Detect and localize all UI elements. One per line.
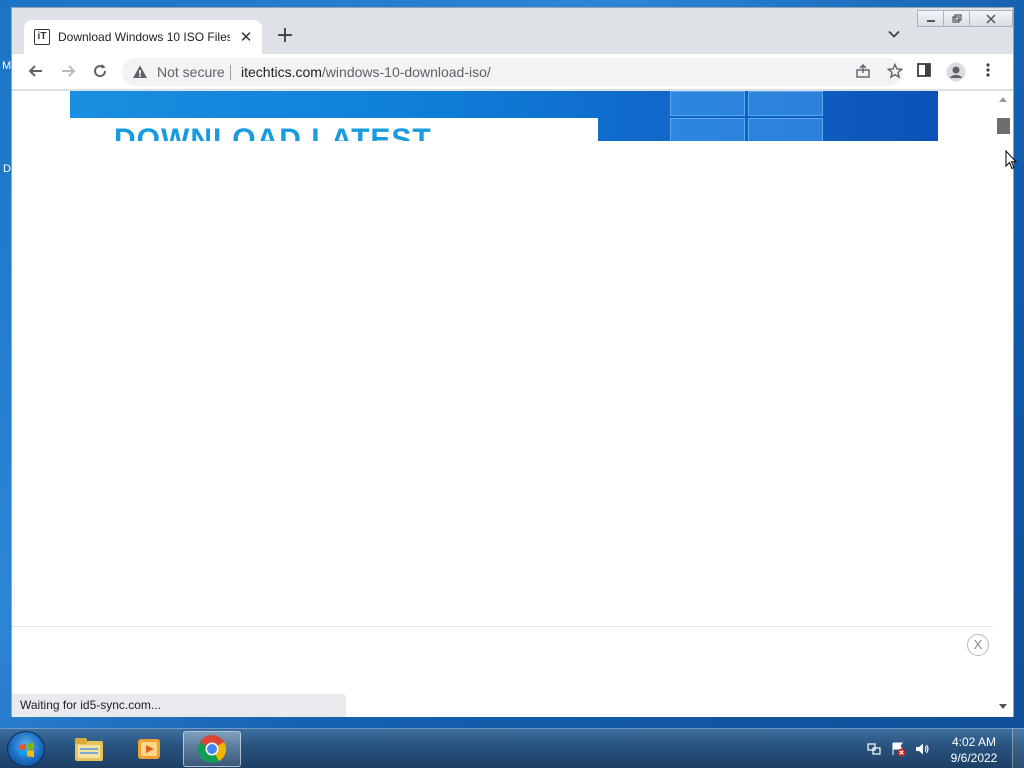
show-desktop-button[interactable]: [1012, 729, 1024, 768]
taskbar-file-explorer[interactable]: [60, 731, 118, 767]
taskbar: 4:02 AM 9/6/2022: [0, 728, 1024, 768]
media-player-icon: [138, 739, 160, 759]
forward-button[interactable]: [58, 62, 78, 82]
network-icon[interactable]: [866, 741, 882, 757]
side-panel-icon[interactable]: [914, 62, 934, 82]
banner-title: DOWNLOAD LATEST: [114, 123, 432, 142]
divider: [230, 65, 231, 80]
share-icon[interactable]: [854, 63, 872, 81]
vertical-scrollbar[interactable]: [993, 91, 1013, 717]
ad-close-button[interactable]: X: [967, 634, 989, 656]
scroll-down-arrow-icon[interactable]: [998, 703, 1008, 713]
clock-date: 9/6/2022: [950, 751, 998, 765]
start-button[interactable]: [7, 731, 45, 767]
tab-strip: iT Download Windows 10 ISO Files ✕ +: [12, 8, 1013, 54]
warning-icon[interactable]: [132, 64, 148, 80]
mouse-cursor-icon: [1005, 150, 1017, 170]
desktop-icon-label-fragment[interactable]: D: [3, 163, 11, 175]
menu-kebab-icon[interactable]: [978, 62, 998, 82]
address-bar[interactable]: Not secure itechtics.com/windows-10-down…: [122, 58, 904, 86]
site-favicon-icon: iT: [34, 29, 50, 45]
banner-title-box: DOWNLOAD LATEST: [70, 118, 598, 141]
clock-time: 4:02 AM: [951, 735, 997, 749]
restore-button[interactable]: [943, 10, 970, 27]
system-clock[interactable]: 4:02 AM 9/6/2022: [938, 734, 1010, 766]
window-controls: [917, 10, 1013, 27]
page-content: DOWNLOAD LATEST X Waiting for id5-sync.c…: [12, 91, 994, 717]
taskbar-chrome[interactable]: [183, 731, 241, 767]
new-tab-button[interactable]: +: [274, 25, 296, 47]
bookmark-star-icon[interactable]: [886, 62, 904, 81]
tab-active[interactable]: iT Download Windows 10 ISO Files ✕: [24, 20, 262, 54]
folder-icon: [75, 738, 103, 761]
hero-banner[interactable]: DOWNLOAD LATEST: [70, 91, 938, 141]
chrome-icon: [198, 735, 226, 763]
reload-button[interactable]: [90, 62, 110, 82]
windows-logo-pane: [670, 118, 745, 141]
chrome-window: iT Download Windows 10 ISO Files ✕ + Not…: [11, 7, 1014, 717]
browser-toolbar: Not secure itechtics.com/windows-10-down…: [12, 54, 1013, 90]
tab-close-icon[interactable]: ✕: [238, 29, 254, 45]
url-text[interactable]: itechtics.com/windows-10-download-iso/: [241, 64, 491, 80]
desktop-icon-label-fragment[interactable]: M: [2, 60, 11, 72]
url-host: itechtics.com: [241, 64, 322, 80]
action-center-warning-icon[interactable]: [890, 741, 906, 757]
taskbar-media-player[interactable]: [120, 731, 178, 767]
scroll-up-arrow-icon[interactable]: [998, 95, 1008, 105]
windows-logo-pane: [748, 91, 823, 116]
volume-icon[interactable]: [914, 741, 930, 757]
windows-logo-pane: [670, 91, 745, 116]
close-window-button[interactable]: [969, 10, 1013, 27]
url-path: /windows-10-download-iso/: [321, 64, 491, 80]
profile-avatar-icon[interactable]: [946, 62, 966, 82]
tab-search-chevron-icon[interactable]: [886, 27, 902, 43]
minimize-button[interactable]: [917, 10, 944, 27]
scroll-thumb[interactable]: [997, 118, 1010, 134]
windows-logo-pane: [748, 118, 823, 141]
tab-title: Download Windows 10 ISO Files: [58, 30, 230, 44]
back-button[interactable]: [26, 62, 46, 82]
security-status-label[interactable]: Not secure: [157, 64, 225, 80]
windows-logo-icon: [20, 742, 34, 758]
status-bubble: Waiting for id5-sync.com...: [12, 694, 346, 717]
